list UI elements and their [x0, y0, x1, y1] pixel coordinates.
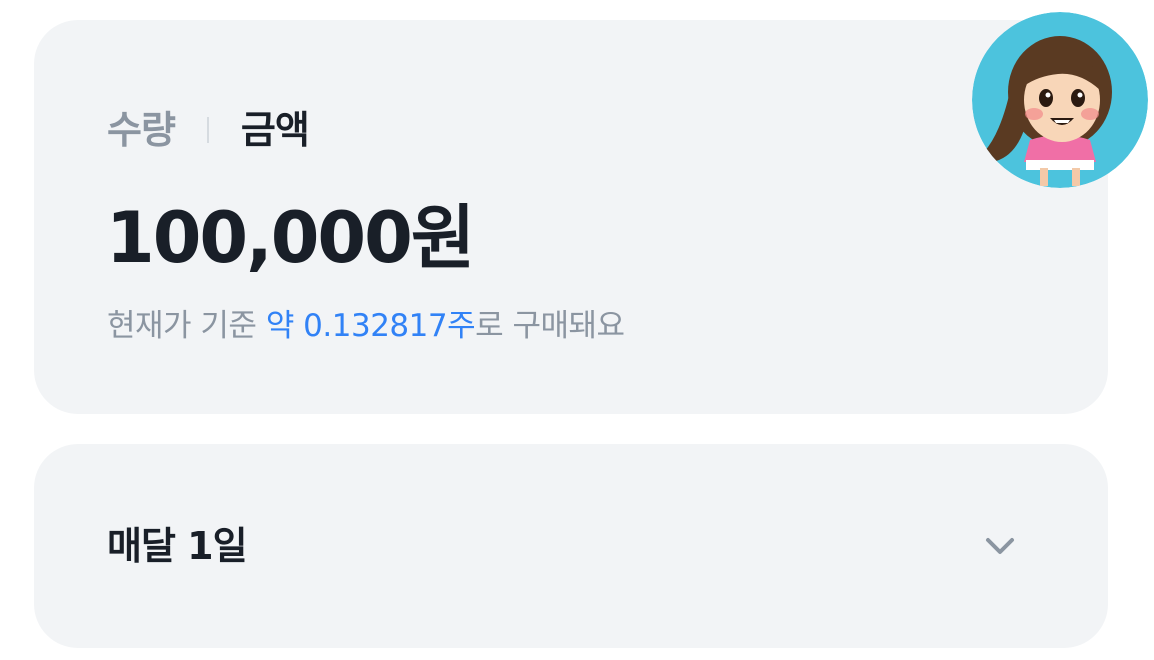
purchase-estimate-text: 현재가 기준 약 0.132817주로 구매돼요: [107, 304, 625, 348]
estimate-suffix: 로 구매돼요: [475, 308, 625, 344]
schedule-selector[interactable]: 매달 1일: [34, 444, 1108, 648]
tab-divider: [206, 117, 209, 143]
chevron-down-icon[interactable]: [978, 528, 1022, 564]
schedule-label: 매달 1일: [107, 524, 248, 568]
order-type-tabs: 수량 금액: [107, 104, 310, 156]
tab-quantity[interactable]: 수량: [107, 104, 176, 156]
amount-input-card: 수량 금액 100,000원 현재가 기준 약 0.132817주로 구매돼요: [34, 20, 1108, 414]
amount-value[interactable]: 100,000원: [106, 192, 475, 284]
estimate-shares: 약 0.132817주: [265, 308, 476, 344]
estimate-prefix: 현재가 기준: [107, 308, 266, 344]
avatar-cartoon-girl: [972, 12, 1148, 188]
tab-amount[interactable]: 금액: [241, 104, 310, 156]
avatar[interactable]: [972, 12, 1148, 188]
